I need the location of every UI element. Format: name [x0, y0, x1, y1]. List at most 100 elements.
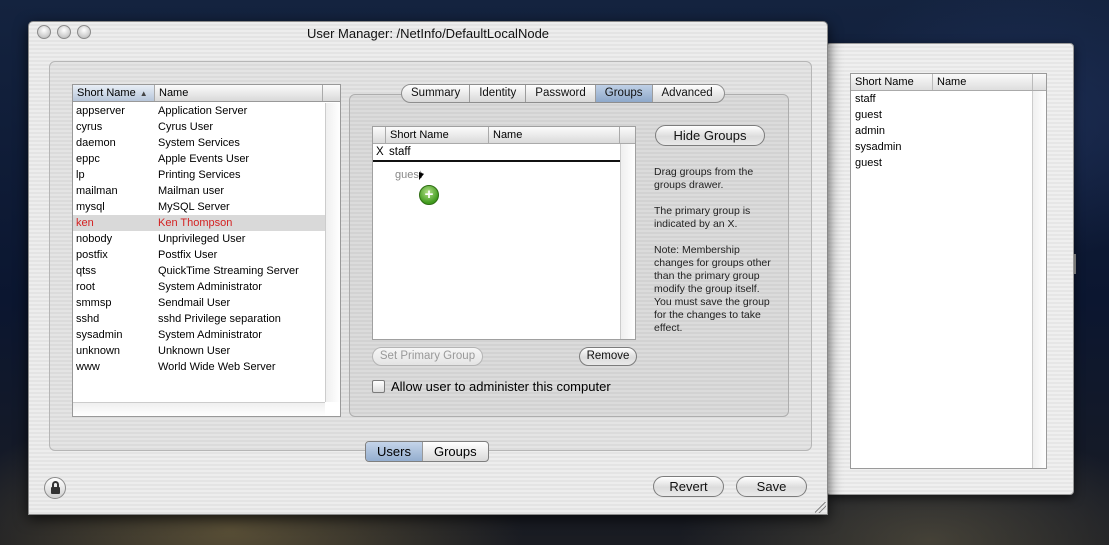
user-full-name: MySQL Server [158, 201, 230, 213]
table-row[interactable]: qtss QuickTime Streaming Server [73, 263, 326, 279]
resize-grip-icon[interactable] [815, 502, 826, 513]
arrow-cursor-icon [419, 172, 424, 182]
user-short-name: lp [76, 169, 85, 181]
user-full-name: Sendmail User [158, 297, 231, 309]
user-short-name: mailman [76, 185, 118, 197]
user-full-name: Mailman user [158, 185, 225, 197]
drawer-scrollbar[interactable] [1032, 91, 1046, 468]
lock-body [51, 487, 60, 494]
admin-checkbox-label[interactable]: Allow user to administer this computer [391, 379, 611, 394]
help-paragraph-primary: The primary group is indicated by an X. [654, 205, 751, 230]
drawer-resize-handle[interactable] [1074, 254, 1076, 274]
column-group-name[interactable]: Name [489, 127, 620, 143]
window-title: User Manager: /NetInfo/DefaultLocalNode [306, 26, 550, 41]
user-list-horizontal-scrollbar[interactable] [73, 402, 325, 416]
column-short-name-label: Short Name [77, 87, 136, 99]
list-item[interactable]: admin [851, 123, 1032, 139]
user-list-header: Short Name ▲ Name [73, 85, 340, 102]
user-short-name: nobody [76, 233, 113, 245]
table-row[interactable]: www World Wide Web Server [73, 359, 326, 375]
user-short-name: mysql [76, 201, 105, 213]
set-primary-group-button[interactable]: Set Primary Group [372, 347, 483, 366]
group-row[interactable]: X staff [373, 144, 621, 162]
tab-summary[interactable]: Summary [402, 85, 471, 102]
table-row[interactable]: smmsp Sendmail User [73, 295, 326, 311]
help-paragraph-drag: Drag groups from the groups drawer. [654, 166, 754, 191]
table-row[interactable]: mailman Mailman user [73, 183, 326, 199]
table-row[interactable]: lp Printing Services [73, 167, 326, 183]
drawer-column-short-name[interactable]: Short Name [851, 74, 933, 90]
dragged-group-label: guest [395, 169, 422, 181]
table-row[interactable]: eppc Apple Events User [73, 151, 326, 167]
table-row[interactable]: sysadmin System Administrator [73, 327, 326, 343]
drawer-column-name[interactable]: Name [933, 74, 1033, 90]
hide-groups-button[interactable]: Hide Groups [655, 125, 765, 146]
user-short-name: root [76, 281, 95, 293]
list-item[interactable]: sysadmin [851, 139, 1032, 155]
table-row[interactable]: root System Administrator [73, 279, 326, 295]
user-full-name: World Wide Web Server [158, 361, 276, 373]
help-text: Drag groups from the groups drawer. The … [654, 166, 774, 348]
user-groups-list[interactable]: Short Name Name X staff [372, 126, 636, 340]
table-row[interactable]: mysql MySQL Server [73, 199, 326, 215]
lock-icon[interactable] [44, 477, 66, 499]
segment-groups[interactable]: Groups [423, 442, 488, 461]
add-cursor-icon: + [419, 185, 439, 205]
user-rows: appserver Application Server cyrus Cyrus Us… [73, 103, 326, 375]
user-short-name: qtss [76, 265, 97, 277]
table-row[interactable]: unknown Unknown User [73, 343, 326, 359]
group-short-name: staff [389, 146, 411, 158]
user-manager-window: User Manager: /NetInfo/DefaultLocalNode … [28, 21, 828, 515]
table-row[interactable]: sshd sshd Privilege separation [73, 311, 326, 327]
user-short-name: unknown [76, 345, 121, 357]
user-list[interactable]: Short Name ▲ Name appserver Application Se… [72, 84, 341, 417]
user-short-name: postfix [76, 249, 108, 261]
user-list-vertical-scrollbar[interactable] [325, 103, 340, 402]
drawer-list-header: Short Name Name [851, 74, 1046, 91]
save-button[interactable]: Save [736, 476, 807, 497]
table-row[interactable]: ken Ken Thompson [73, 215, 326, 231]
column-name[interactable]: Name [155, 85, 323, 101]
revert-button[interactable]: Revert [653, 476, 724, 497]
user-full-name: Postfix User [158, 249, 218, 261]
drawer-group-list[interactable]: Short Name Name staff guest admin sysadmin g… [850, 73, 1047, 469]
sort-ascending-icon: ▲ [139, 89, 148, 98]
user-short-name: smmsp [76, 297, 112, 309]
user-full-name: System Administrator [158, 281, 262, 293]
user-short-name: sshd [76, 313, 100, 325]
table-row[interactable]: cyrus Cyrus User [73, 119, 326, 135]
user-short-name: www [76, 361, 100, 373]
tab-identity[interactable]: Identity [470, 85, 527, 102]
table-row[interactable]: appserver Application Server [73, 103, 326, 119]
tab-groups[interactable]: Groups [595, 85, 653, 102]
groups-list-scrollbar[interactable] [620, 144, 635, 339]
table-row[interactable]: nobody Unprivileged User [73, 231, 326, 247]
column-short-name[interactable]: Short Name ▲ [73, 85, 155, 101]
user-full-name: sshd Privilege separation [158, 313, 281, 325]
groups-drawer: Short Name Name staff guest admin sysadmin g… [826, 43, 1076, 495]
segment-users[interactable]: Users [366, 442, 423, 461]
list-item[interactable]: guest [851, 155, 1032, 171]
admin-checkbox[interactable] [372, 380, 385, 393]
table-row[interactable]: daemon System Services [73, 135, 326, 151]
user-full-name: Cyrus User [158, 121, 214, 133]
tab-advanced[interactable]: Advanced [653, 85, 724, 102]
user-full-name: Printing Services [158, 169, 241, 181]
remove-button[interactable]: Remove [579, 347, 637, 366]
user-full-name: System Services [158, 137, 240, 149]
tab-password[interactable]: Password [526, 85, 596, 102]
list-item[interactable]: staff [851, 91, 1032, 107]
user-short-name: appserver [76, 105, 125, 117]
user-full-name: System Administrator [158, 329, 262, 341]
user-short-name: eppc [76, 153, 100, 165]
user-full-name: QuickTime Streaming Server [158, 265, 299, 277]
title-bar[interactable]: User Manager: /NetInfo/DefaultLocalNode [29, 22, 827, 44]
user-full-name: Application Server [158, 105, 248, 117]
table-row[interactable]: postfix Postfix User [73, 247, 326, 263]
column-primary[interactable] [373, 127, 386, 143]
admin-checkbox-row[interactable]: Allow user to administer this computer [372, 379, 611, 394]
user-full-name: Unknown User [158, 345, 231, 357]
user-full-name: Unprivileged User [158, 233, 246, 245]
column-group-short-name[interactable]: Short Name [386, 127, 489, 143]
list-item[interactable]: guest [851, 107, 1032, 123]
